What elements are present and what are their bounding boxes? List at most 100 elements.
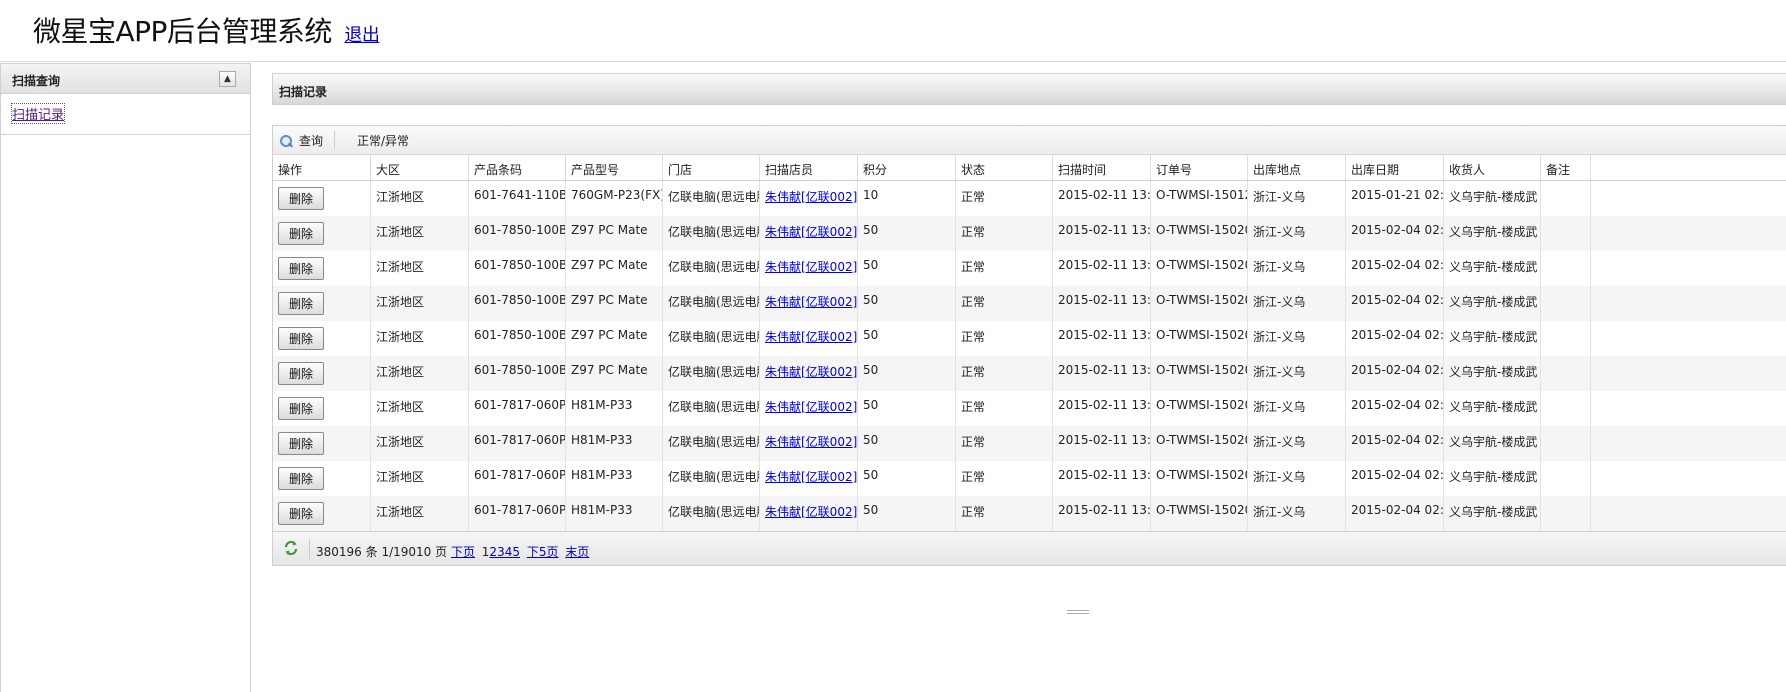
data-grid: 查询 正常/异常 操作 大区 产品条码 产品型号 门店 扫描店员 积分 状态 扫描时间 订单号 出库… xyxy=(272,125,1786,566)
cell-note xyxy=(1541,251,1591,286)
delete-button[interactable]: 删除 xyxy=(278,397,324,420)
cell-clerk: 朱伟献[亿联002] xyxy=(760,286,858,321)
delete-button[interactable]: 删除 xyxy=(278,467,324,490)
clerk-link[interactable]: 朱伟献[亿联002] xyxy=(765,400,857,414)
cell-location: 浙江-义乌 xyxy=(1248,426,1346,461)
cell-store: 亿联电脑(思远电脑) xyxy=(663,181,760,216)
header-col-store[interactable]: 门店 xyxy=(663,155,760,180)
clerk-link[interactable]: 朱伟献[亿联002] xyxy=(765,295,857,309)
table-row: 删除 江浙地区601-7850-100B150Z97 PC Mate亿联电脑(思远… xyxy=(273,321,1786,356)
cell-model: H81M-P33 xyxy=(566,496,663,531)
cell-note xyxy=(1541,216,1591,251)
cell-region: 江浙地区 xyxy=(371,321,469,356)
cell-receiver: 义乌宇航-楼成武 xyxy=(1444,286,1541,321)
sidebar-panel: 扫描查询 ▲ 扫描记录 xyxy=(1,63,250,135)
clerk-link[interactable]: 朱伟献[亿联002] xyxy=(765,505,857,519)
pager-page-2[interactable]: 2 xyxy=(489,545,497,559)
cell-scan-time: 2015-02-11 13:11:4 xyxy=(1053,496,1151,531)
clerk-link[interactable]: 朱伟献[亿联002] xyxy=(765,365,857,379)
clerk-link[interactable]: 朱伟献[亿联002] xyxy=(765,470,857,484)
cell-clerk: 朱伟献[亿联002] xyxy=(760,426,858,461)
cell-ship-date: 2015-02-04 02:59:4 xyxy=(1346,216,1444,251)
header-col-region[interactable]: 大区 xyxy=(371,155,469,180)
cell-scan-time: 2015-02-11 13:11:5 xyxy=(1053,461,1151,496)
cell-location: 浙江-义乌 xyxy=(1248,251,1346,286)
cell-receiver: 义乌宇航-楼成武 xyxy=(1444,391,1541,426)
header-col-location[interactable]: 出库地点 xyxy=(1248,155,1346,180)
query-button-label: 查询 xyxy=(299,134,324,148)
cell-order: O-TWMSI-150203-1 xyxy=(1151,496,1248,531)
cell-points: 10 xyxy=(858,181,956,216)
pager-summary: 380196 条 1/19010 页 xyxy=(316,545,448,559)
cell-order: O-TWMSI-150203-1 xyxy=(1151,426,1248,461)
cell-barcode: 601-7850-100B150 xyxy=(469,321,566,356)
pager-page-5[interactable]: 5 xyxy=(512,545,520,559)
header-col-receiver[interactable]: 收货人 xyxy=(1444,155,1541,180)
logout-link[interactable]: 退出 xyxy=(344,25,380,46)
cell-note xyxy=(1541,321,1591,356)
header-col-ship-date[interactable]: 出库日期 xyxy=(1346,155,1444,180)
clerk-link[interactable]: 朱伟献[亿联002] xyxy=(765,435,857,449)
header-col-scan-time[interactable]: 扫描时间 xyxy=(1053,155,1151,180)
header-col-barcode[interactable]: 产品条码 xyxy=(469,155,566,180)
header-col-clerk[interactable]: 扫描店员 xyxy=(760,155,858,180)
cell-scan-time: 2015-02-11 13:16:2 xyxy=(1053,321,1151,356)
header-col-status[interactable]: 状态 xyxy=(956,155,1053,180)
delete-button[interactable]: 删除 xyxy=(278,257,324,280)
grid-resize-handle[interactable] xyxy=(1067,610,1089,614)
delete-button[interactable]: 删除 xyxy=(278,432,324,455)
cell-region: 江浙地区 xyxy=(371,426,469,461)
cell-region: 江浙地区 xyxy=(371,286,469,321)
search-icon xyxy=(279,134,293,148)
cell-note xyxy=(1541,426,1591,461)
pager-page-3[interactable]: 3 xyxy=(497,545,505,559)
cell-store: 亿联电脑(思远电脑) xyxy=(663,321,760,356)
cell-receiver: 义乌宇航-楼成武 xyxy=(1444,356,1541,391)
cell-barcode: 601-7817-060P150 xyxy=(469,426,566,461)
pagination-bar: 380196 条 1/19010 页 下页 12345 下5页 末页 xyxy=(273,531,1786,565)
header-col-model[interactable]: 产品型号 xyxy=(566,155,663,180)
header-col-action[interactable]: 操作 xyxy=(273,155,371,180)
cell-barcode: 601-7850-100B150 xyxy=(469,356,566,391)
pager-last-link[interactable]: 末页 xyxy=(565,545,589,559)
table-header: 操作 大区 产品条码 产品型号 门店 扫描店员 积分 状态 扫描时间 订单号 出库地点 出库日期 收货人… xyxy=(273,155,1786,181)
refresh-icon[interactable] xyxy=(283,540,299,556)
cell-note xyxy=(1541,286,1591,321)
cell-ship-date: 2015-02-04 02:59:2 xyxy=(1346,461,1444,496)
pager-next-link[interactable]: 下页 xyxy=(451,545,475,559)
cell-status: 正常 xyxy=(956,216,1053,251)
cell-clerk: 朱伟献[亿联002] xyxy=(760,391,858,426)
cell-clerk: 朱伟献[亿联002] xyxy=(760,251,858,286)
cell-store: 亿联电脑(思远电脑) xyxy=(663,391,760,426)
delete-button[interactable]: 删除 xyxy=(278,292,324,315)
clerk-link[interactable]: 朱伟献[亿联002] xyxy=(765,330,857,344)
cell-points: 50 xyxy=(858,251,956,286)
cell-order: O-TWMSI-150203-1 xyxy=(1151,321,1248,356)
cell-clerk: 朱伟献[亿联002] xyxy=(760,356,858,391)
delete-button[interactable]: 删除 xyxy=(278,187,324,210)
header-col-order[interactable]: 订单号 xyxy=(1151,155,1248,180)
status-filter-button[interactable]: 正常/异常 xyxy=(357,132,409,149)
cell-note xyxy=(1541,356,1591,391)
cell-model: Z97 PC Mate xyxy=(566,216,663,251)
cell-region: 江浙地区 xyxy=(371,496,469,531)
clerk-link[interactable]: 朱伟献[亿联002] xyxy=(765,260,857,274)
cell-scan-time: 2015-02-11 13:18:0 xyxy=(1053,216,1151,251)
clerk-link[interactable]: 朱伟献[亿联002] xyxy=(765,190,857,204)
sidebar-item-scan-records[interactable]: 扫描记录 xyxy=(10,103,66,124)
delete-button[interactable]: 删除 xyxy=(278,222,324,245)
cell-receiver: 义乌宇航-楼成武 xyxy=(1444,321,1541,356)
cell-action: 删除 xyxy=(273,286,371,321)
clerk-link[interactable]: 朱伟献[亿联002] xyxy=(765,225,857,239)
sidebar: 扫描查询 ▲ 扫描记录 xyxy=(0,63,251,692)
query-button[interactable]: 查询 xyxy=(279,132,323,149)
header-col-points[interactable]: 积分 xyxy=(858,155,956,180)
collapse-up-icon[interactable]: ▲ xyxy=(219,71,236,87)
delete-button[interactable]: 删除 xyxy=(278,362,324,385)
cell-ship-date: 2015-01-21 02:18:5 xyxy=(1346,181,1444,216)
delete-button[interactable]: 删除 xyxy=(278,327,324,350)
pager-next5-link[interactable]: 下5页 xyxy=(527,545,559,559)
cell-points: 50 xyxy=(858,426,956,461)
delete-button[interactable]: 删除 xyxy=(278,502,324,525)
header-col-note[interactable]: 备注 xyxy=(1541,155,1591,180)
